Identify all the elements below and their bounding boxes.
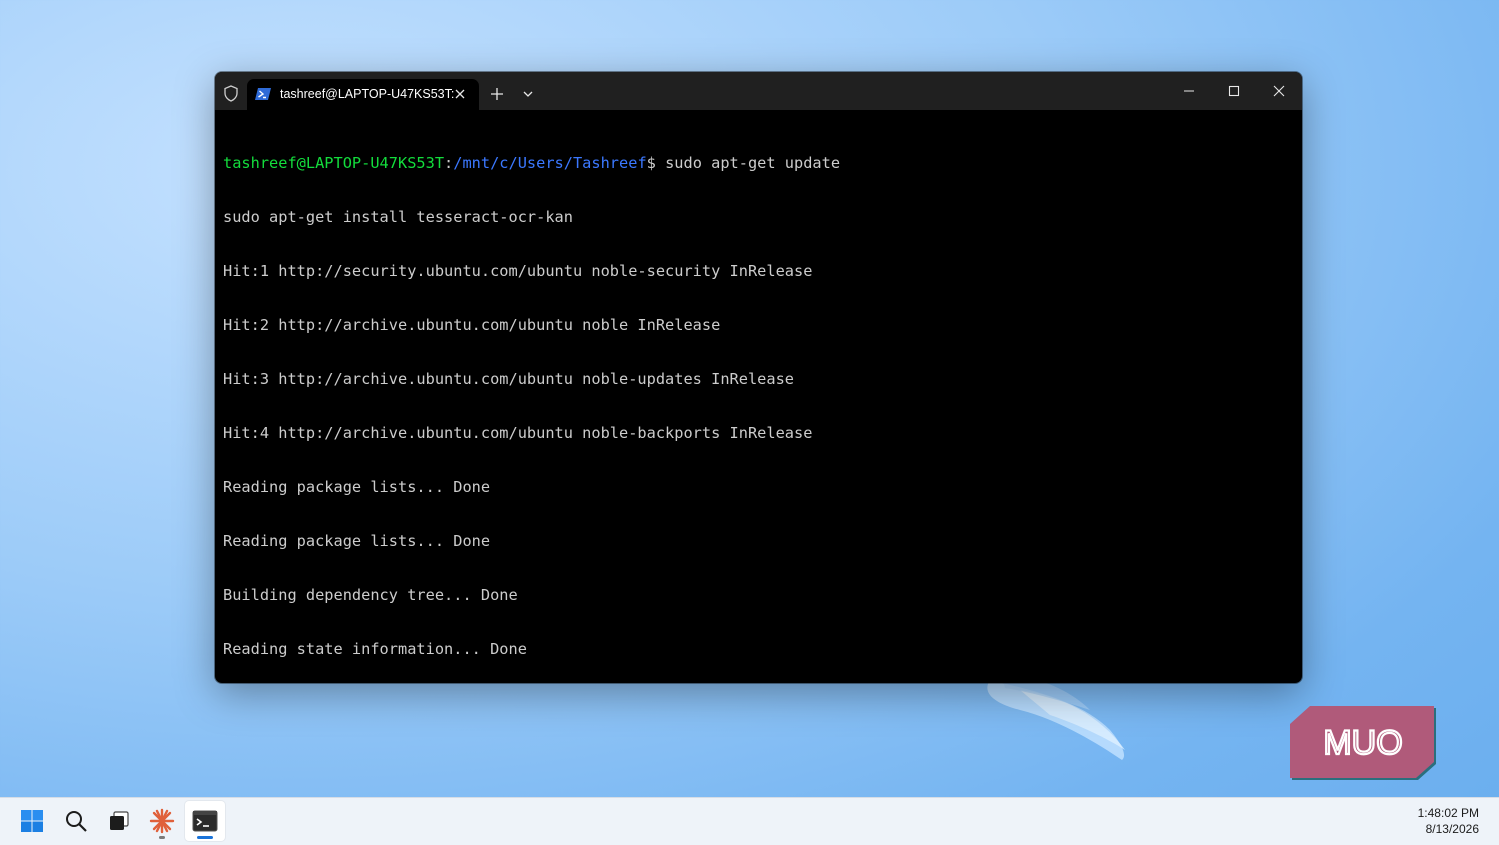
windows-logo-icon [21,810,43,832]
tab-active[interactable]: tashreef@LAPTOP-U47KS53T: [247,79,479,110]
output-line: Building dependency tree... Done [223,586,518,604]
taskbar-app-claude[interactable] [142,801,182,841]
task-view-button[interactable] [99,801,139,841]
close-button[interactable] [1257,72,1301,110]
terminal-window[interactable]: tashreef@LAPTOP-U47KS53T: tashreef@LAPTO… [215,72,1302,683]
shield-icon [224,85,238,102]
title-bar[interactable]: tashreef@LAPTOP-U47KS53T: [215,72,1302,110]
output-line: Hit:2 http://archive.ubuntu.com/ubuntu n… [223,316,721,334]
minimize-icon [1184,90,1194,92]
prompt-line: tashreef@LAPTOP-U47KS53T:/mnt/c/Users/Ta… [223,154,1294,172]
maximize-icon [1228,85,1240,97]
close-icon [1273,85,1285,97]
prompt-user: tashreef@LAPTOP-U47KS53T [223,154,445,172]
clock-date: 8/13/2026 [1425,822,1479,836]
search-icon [66,811,87,832]
running-indicator [159,836,165,839]
terminal-icon [192,810,218,832]
tab-title: tashreef@LAPTOP-U47KS53T: [280,87,455,101]
prompt-path: /mnt/c/Users/Tashreef [453,154,647,172]
output-line: Reading package lists... Done [223,532,491,550]
system-clock[interactable]: 1:48:02 PM 8/13/2026 [1418,805,1479,837]
muo-logo: MUO [1290,706,1436,780]
output-line: Reading state information... Done [223,640,527,658]
sunburst-app-icon [149,808,175,834]
chevron-down-icon[interactable] [522,90,534,98]
output-line: Hit:1 http://security.ubuntu.com/ubuntu … [223,262,813,280]
output-line: Hit:4 http://archive.ubuntu.com/ubuntu n… [223,424,813,442]
prompt-symbol: $ [646,154,666,172]
prompt-separator: : [444,154,454,172]
new-tab-icon[interactable] [490,87,504,101]
task-view-icon [110,811,129,830]
taskbar: 1:48:02 PM 8/13/2026 [0,797,1499,845]
taskbar-app-terminal[interactable] [185,801,225,841]
start-button[interactable] [12,801,52,841]
terminal-output[interactable]: tashreef@LAPTOP-U47KS53T:/mnt/c/Users/Ta… [223,118,1294,683]
search-button[interactable] [56,801,96,841]
clock-time: 1:48:02 PM [1417,806,1479,820]
powershell-icon [255,88,271,100]
command-text: sudo apt-get update [665,154,841,172]
output-line: Hit:3 http://archive.ubuntu.com/ubuntu n… [223,370,794,388]
maximize-button[interactable] [1212,72,1256,110]
output-line: Reading package lists... Done [223,478,491,496]
muo-logo-text: MUO [1323,724,1402,762]
minimize-button[interactable] [1167,72,1211,110]
output-line: sudo apt-get install tesseract-ocr-kan [223,208,573,226]
tab-close-icon[interactable] [452,86,468,102]
active-indicator [197,836,213,839]
